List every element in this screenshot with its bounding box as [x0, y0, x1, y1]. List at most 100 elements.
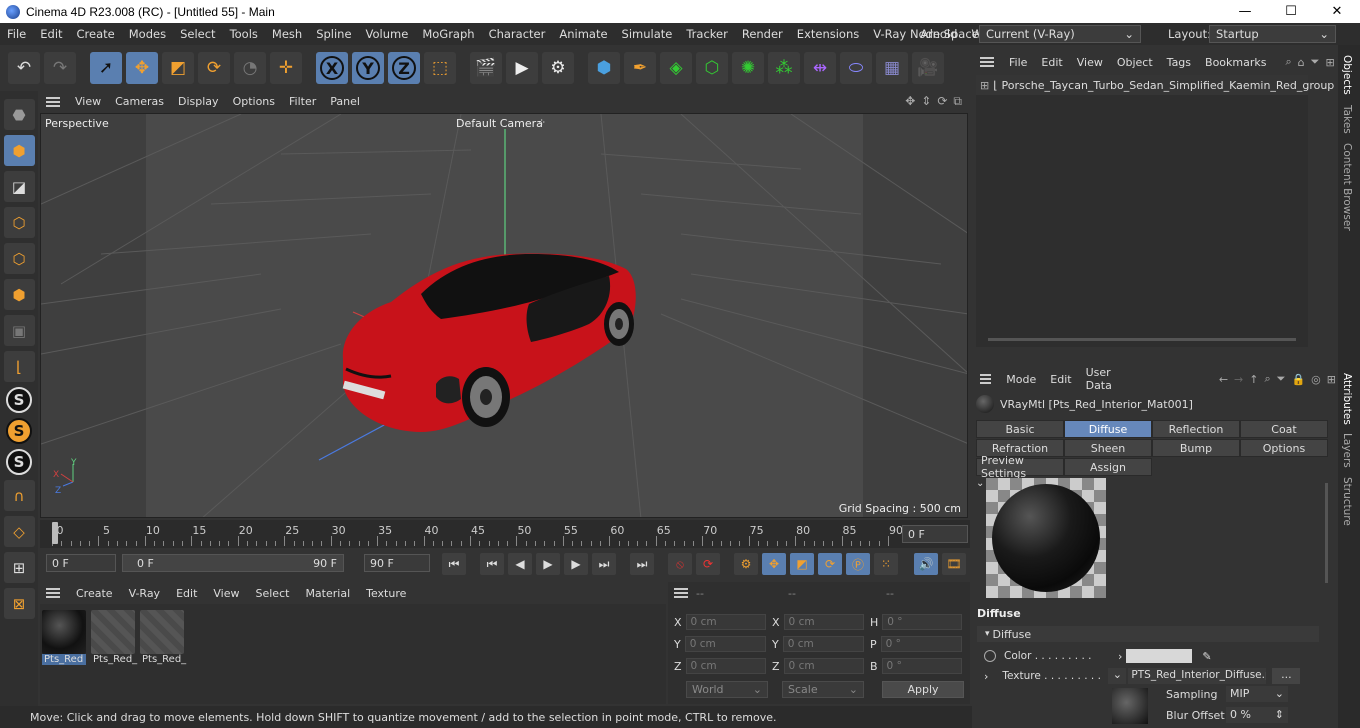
- sound-icon[interactable]: 🔊: [914, 553, 938, 575]
- object-menu-file[interactable]: File: [1002, 56, 1034, 69]
- texture-mode-icon[interactable]: ◪: [3, 171, 35, 202]
- rotation-p-field[interactable]: 0 °: [880, 636, 962, 652]
- lock-icon[interactable]: 🔒: [1291, 373, 1305, 386]
- side-tab-objects[interactable]: Objects: [1341, 55, 1353, 95]
- object-menu-view[interactable]: View: [1070, 56, 1110, 69]
- playhead[interactable]: [52, 522, 58, 544]
- menu-extensions[interactable]: Extensions: [790, 27, 866, 41]
- subdivision-surface-icon[interactable]: ◈: [660, 52, 692, 84]
- key-scale-icon[interactable]: ◩: [790, 553, 814, 575]
- viewport-camera-label[interactable]: Default Camera: [456, 117, 543, 130]
- coordinate-mode-dropdown[interactable]: Scale ⌄: [782, 681, 864, 698]
- horizontal-scrollbar[interactable]: [988, 338, 1296, 341]
- rotation-h-field[interactable]: 0 °: [882, 614, 962, 630]
- material-menu-texture[interactable]: Texture: [358, 587, 414, 600]
- close-button[interactable]: ✕: [1314, 0, 1360, 23]
- coordinate-space-dropdown[interactable]: World ⌄: [686, 681, 768, 698]
- hamburger-menu-icon[interactable]: [980, 374, 992, 384]
- attribute-menu-mode[interactable]: Mode: [999, 373, 1043, 386]
- menu-render[interactable]: Render: [735, 27, 790, 41]
- object-row[interactable]: ⊞ ⌊ Porsche_Taycan_Turbo_Sedan_Simplifie…: [976, 75, 1334, 95]
- extrude-generator-icon[interactable]: ⬡: [696, 52, 728, 84]
- menu-animate[interactable]: Animate: [552, 27, 614, 41]
- menu-modes[interactable]: Modes: [122, 27, 173, 41]
- previous-frame-icon[interactable]: ◀: [508, 553, 532, 575]
- collapse-preview-icon[interactable]: ⌄: [976, 478, 984, 489]
- viewport-menu-filter[interactable]: Filter: [282, 95, 323, 108]
- model-mode-icon[interactable]: ⬢: [3, 135, 35, 166]
- viewport-menu-cameras[interactable]: Cameras: [108, 95, 171, 108]
- position-y-field[interactable]: 0 cm: [684, 636, 766, 652]
- scale-tool-icon[interactable]: ◩: [162, 52, 194, 84]
- tab-basic[interactable]: Basic: [976, 420, 1064, 438]
- object-menu-edit[interactable]: Edit: [1034, 56, 1069, 69]
- object-menu-bookmarks[interactable]: Bookmarks: [1198, 56, 1273, 69]
- material-menu-vray[interactable]: V-Ray: [121, 587, 169, 600]
- apply-button[interactable]: Apply: [882, 681, 964, 698]
- new-window-icon[interactable]: ⊞: [1327, 373, 1336, 386]
- node-space-dropdown[interactable]: Current (V-Ray) ⌄: [979, 25, 1141, 43]
- material-swatch[interactable]: Pts_Red_: [140, 610, 186, 668]
- start-frame-field[interactable]: 0 F: [46, 554, 116, 572]
- play-icon[interactable]: ▶: [536, 553, 560, 575]
- size-y-field[interactable]: 0 cm: [782, 636, 864, 652]
- pen-spline-icon[interactable]: ✒: [624, 52, 656, 84]
- color-swatch[interactable]: [1126, 649, 1193, 663]
- attribute-menu-user-data[interactable]: User Data: [1079, 366, 1137, 392]
- search-icon[interactable]: ⌕: [1286, 55, 1292, 69]
- hamburger-menu-icon[interactable]: [46, 588, 60, 598]
- object-menu-object[interactable]: Object: [1110, 56, 1160, 69]
- magnet-snap-icon[interactable]: ∩: [3, 480, 35, 511]
- material-swatch[interactable]: Pts_Red: [42, 610, 86, 668]
- point-mode-icon[interactable]: ⬡: [3, 207, 35, 238]
- new-window-icon[interactable]: ⊞: [1325, 56, 1334, 69]
- material-menu-material[interactable]: Material: [297, 587, 358, 600]
- menu-select[interactable]: Select: [173, 27, 222, 41]
- viewport-pan-icon[interactable]: ✥: [905, 94, 915, 109]
- object-menu-tags[interactable]: Tags: [1160, 56, 1198, 69]
- filter-icon[interactable]: ⏷: [1311, 55, 1320, 69]
- attribute-menu-edit[interactable]: Edit: [1043, 373, 1078, 386]
- tab-reflection[interactable]: Reflection: [1152, 420, 1240, 438]
- size-x-field[interactable]: 0 cm: [783, 614, 864, 630]
- render-picture-viewer-icon[interactable]: ▶: [506, 52, 538, 84]
- material-swatch[interactable]: Pts_Red_: [91, 610, 137, 668]
- blur-offset-field[interactable]: 0 % ⇕: [1226, 707, 1288, 723]
- make-editable-icon[interactable]: ⬣: [3, 99, 35, 130]
- z-axis-handle[interactable]: [318, 423, 387, 461]
- floor-icon[interactable]: ▦: [876, 52, 908, 84]
- tab-assign[interactable]: Assign: [1064, 458, 1152, 476]
- menu-mesh[interactable]: Mesh: [265, 27, 309, 41]
- side-tab-structure[interactable]: Structure: [1341, 477, 1353, 526]
- hamburger-menu-icon[interactable]: [46, 96, 60, 107]
- side-tab-attributes[interactable]: Attributes: [1341, 373, 1353, 425]
- menu-tools[interactable]: Tools: [223, 27, 265, 41]
- cloner-icon[interactable]: ✺: [732, 52, 764, 84]
- hamburger-menu-icon[interactable]: [980, 57, 994, 67]
- tab-sheen[interactable]: Sheen: [1064, 439, 1152, 457]
- menu-volume[interactable]: Volume: [359, 27, 416, 41]
- planar-workplane-icon[interactable]: ⊠: [3, 588, 35, 619]
- menu-file[interactable]: File: [0, 27, 33, 41]
- material-menu-edit[interactable]: Edit: [168, 587, 205, 600]
- up-arrow-icon[interactable]: ↑: [1249, 373, 1258, 386]
- menu-simulate[interactable]: Simulate: [615, 27, 680, 41]
- back-arrow-icon[interactable]: ←: [1219, 373, 1228, 386]
- edge-mode-icon[interactable]: ⬡: [3, 243, 35, 274]
- undo-icon[interactable]: ↶: [8, 52, 40, 84]
- camera-link-icon[interactable]: ⁘: [537, 116, 546, 129]
- porsche-taycan-model[interactable]: [342, 253, 636, 432]
- coordinate-system-icon[interactable]: ⬚: [424, 52, 456, 84]
- next-key-icon[interactable]: ⏭: [592, 553, 616, 575]
- z-axis-lock-icon[interactable]: Z: [388, 52, 420, 84]
- texture-browse-button[interactable]: ...: [1272, 668, 1301, 684]
- go-to-start-icon[interactable]: ⏮: [442, 553, 466, 575]
- key-pla-icon[interactable]: ⁙: [874, 553, 898, 575]
- frame-range-slider[interactable]: 0 F 90 F: [122, 554, 344, 572]
- end-frame-field[interactable]: 90 F: [364, 554, 430, 572]
- side-tab-content-browser[interactable]: Content Browser: [1341, 143, 1353, 231]
- viewport-dolly-icon[interactable]: ⇕: [921, 94, 931, 109]
- camera-icon[interactable]: 🎥: [912, 52, 944, 84]
- animate-param-icon[interactable]: [984, 650, 996, 662]
- tab-coat[interactable]: Coat: [1240, 420, 1328, 438]
